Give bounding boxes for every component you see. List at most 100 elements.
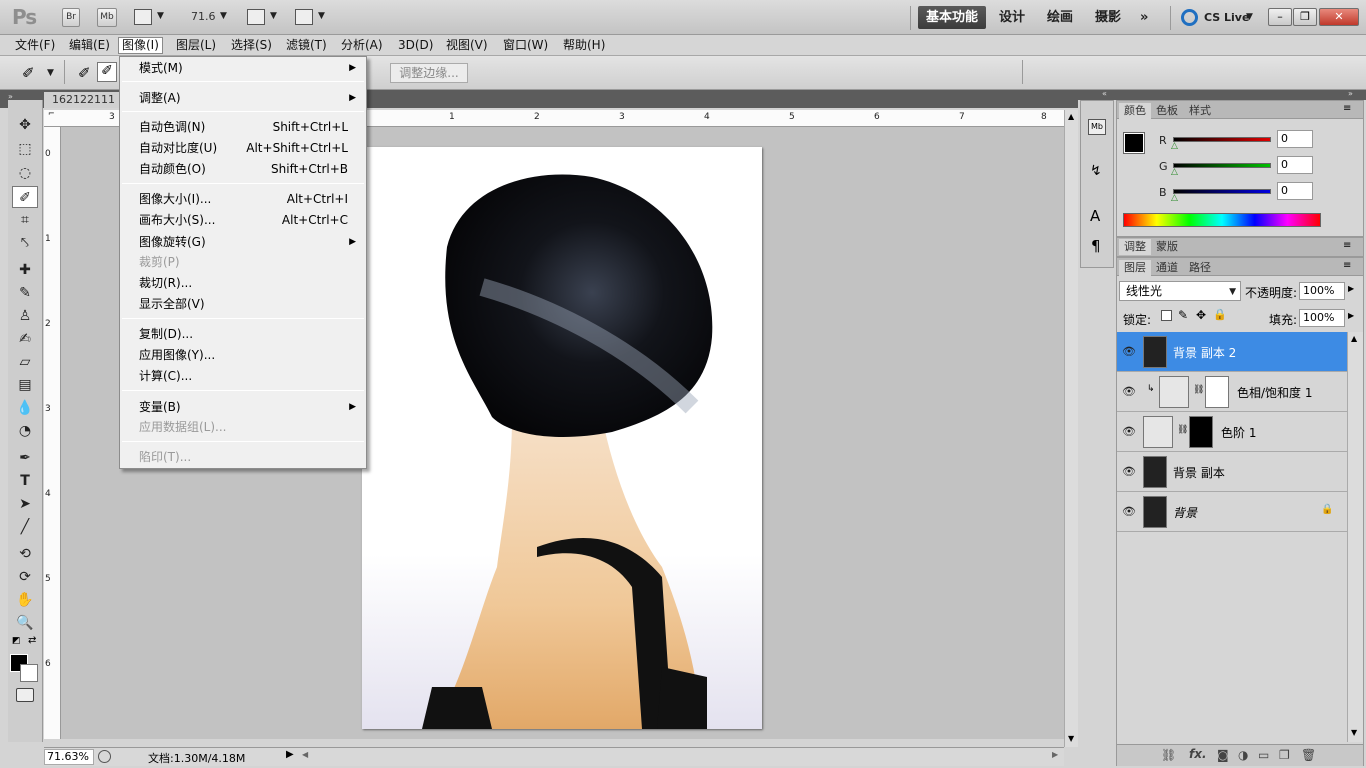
new-selection-icon[interactable]: ✐ <box>78 64 91 82</box>
chevron-down-icon[interactable]: ▼ <box>47 68 54 78</box>
scroll-left-icon[interactable]: ◀ <box>302 750 308 759</box>
crop-tool-icon[interactable]: ⌗ <box>12 209 38 231</box>
menu-item-auto-color[interactable]: 自动颜色(O) Shift+Ctrl+B <box>120 159 366 179</box>
new-group-icon[interactable]: ▭ <box>1258 748 1269 762</box>
tab-paths[interactable]: 路径 <box>1184 260 1216 276</box>
quick-mask-icon[interactable] <box>16 688 34 702</box>
eyedropper-tool-icon[interactable]: ⤣ <box>12 232 38 254</box>
mini-bridge-panel-icon[interactable]: Mb <box>1088 119 1106 135</box>
lock-all-icon[interactable]: 🔒 <box>1213 308 1227 321</box>
menu-layer[interactable]: 图层(L) <box>173 37 219 54</box>
line-tool-icon[interactable]: ╱ <box>12 516 38 538</box>
menu-item-variables[interactable]: 变量(B) ▶ <box>120 397 366 417</box>
more-workspaces-icon[interactable]: » <box>1132 6 1156 29</box>
tab-adjustments[interactable]: 调整 <box>1119 239 1151 255</box>
chevron-down-icon[interactable]: ▼ <box>1246 12 1253 22</box>
clone-stamp-tool-icon[interactable]: ♙ <box>12 305 38 327</box>
menu-3d[interactable]: 3D(D) <box>395 37 436 54</box>
character-panel-icon[interactable]: A <box>1090 207 1100 225</box>
eye-icon[interactable]: 👁 <box>1121 424 1137 440</box>
zoom-field[interactable]: 71.63% <box>44 749 94 765</box>
new-layer-icon[interactable]: ❐ <box>1279 748 1290 762</box>
panel-menu-icon[interactable]: ≡ <box>1343 260 1351 271</box>
tab-layers[interactable]: 图层 <box>1119 260 1151 276</box>
layer-name[interactable]: 色相/饱和度 1 <box>1237 384 1313 401</box>
menu-analysis[interactable]: 分析(A) <box>338 37 386 54</box>
marquee-tool-icon[interactable]: ⬚ <box>12 138 38 160</box>
cs-live-menu[interactable]: CS Live <box>1204 11 1249 24</box>
document-image[interactable] <box>362 147 762 729</box>
mini-bridge-button[interactable]: Mb <box>97 8 117 27</box>
dodge-tool-icon[interactable]: ◔ <box>12 420 38 442</box>
zoom-tool-icon[interactable]: 🔍 <box>12 612 38 634</box>
background-color[interactable] <box>20 664 38 682</box>
g-value-field[interactable]: 0 <box>1277 156 1313 174</box>
r-slider[interactable] <box>1173 137 1271 142</box>
menu-window[interactable]: 窗口(W) <box>500 37 551 54</box>
history-brush-tool-icon[interactable]: ✍ <box>12 328 38 350</box>
chevron-down-icon[interactable]: ▼ <box>220 11 227 21</box>
blur-tool-icon[interactable]: 💧 <box>12 397 38 419</box>
slider-thumb-icon[interactable]: △ <box>1171 167 1178 177</box>
collapse-icon[interactable]: « <box>1102 89 1107 98</box>
link-layers-icon[interactable]: ⛓ <box>1161 748 1176 762</box>
eye-icon[interactable]: 👁 <box>1121 504 1137 520</box>
opacity-arrow-icon[interactable]: ▶ <box>1348 284 1354 293</box>
opacity-field[interactable]: 100% <box>1299 282 1345 300</box>
document-tab[interactable]: 162122111 <box>44 92 124 108</box>
layer-row[interactable]: 👁 ⛓ 色阶 1 <box>1117 412 1347 452</box>
menu-item-image-size[interactable]: 图像大小(I)... Alt+Ctrl+I <box>120 189 366 209</box>
swap-colors-icon[interactable]: ⇄ <box>28 635 36 646</box>
layer-name[interactable]: 背景 <box>1173 504 1197 521</box>
path-selection-tool-icon[interactable]: ➤ <box>12 493 38 515</box>
menu-help[interactable]: 帮助(H) <box>560 37 608 54</box>
menu-image[interactable]: 图像(I) <box>118 37 163 54</box>
menu-edit[interactable]: 编辑(E) <box>66 37 113 54</box>
vertical-scrollbar[interactable]: ▲ ▼ <box>1064 110 1078 747</box>
status-menu-icon[interactable]: ▶ <box>286 749 294 760</box>
menu-item-auto-tone[interactable]: 自动色调(N) Shift+Ctrl+L <box>120 117 366 137</box>
tab-masks[interactable]: 蒙版 <box>1151 239 1183 255</box>
b-slider[interactable] <box>1173 189 1271 194</box>
minimize-icon[interactable]: – <box>1268 8 1292 26</box>
lock-transparent-icon[interactable] <box>1161 310 1172 321</box>
menu-item-canvas-size[interactable]: 画布大小(S)... Alt+Ctrl+C <box>120 210 366 230</box>
blend-mode-select[interactable]: 线性光 ▼ <box>1119 281 1241 301</box>
eye-icon[interactable]: 👁 <box>1121 344 1137 360</box>
hand-tool-icon[interactable]: ✋ <box>12 589 38 611</box>
gradient-tool-icon[interactable]: ▤ <box>12 374 38 396</box>
chevron-down-icon[interactable]: ▼ <box>318 11 325 21</box>
menu-item-trim[interactable]: 裁切(R)... <box>120 273 366 293</box>
bridge-button[interactable]: Br <box>62 8 80 27</box>
menu-item-mode[interactable]: 模式(M) ▶ <box>120 58 366 78</box>
default-colors-icon[interactable]: ◩ <box>12 636 21 646</box>
add-to-selection-icon[interactable]: ✐ <box>97 62 117 82</box>
lock-position-icon[interactable]: ✥ <box>1196 308 1206 322</box>
chevron-down-icon[interactable]: ▼ <box>270 11 277 21</box>
layer-row[interactable]: 👁 背景 副本 <box>1117 452 1347 492</box>
layer-style-icon[interactable]: fx. <box>1189 747 1207 761</box>
scroll-down-icon[interactable]: ▼ <box>1068 734 1074 743</box>
layer-row[interactable]: 👁 ↳ ⛓ 色相/饱和度 1 <box>1117 372 1347 412</box>
workspace-design[interactable]: 设计 <box>991 6 1033 29</box>
menu-filter[interactable]: 滤镜(T) <box>283 37 330 54</box>
menu-item-auto-contrast[interactable]: 自动对比度(U) Alt+Shift+Ctrl+L <box>120 138 366 158</box>
fill-field[interactable]: 100% <box>1299 309 1345 327</box>
eye-icon[interactable]: 👁 <box>1121 464 1137 480</box>
workspace-photography[interactable]: 摄影 <box>1087 6 1129 29</box>
paragraph-panel-icon[interactable]: ¶ <box>1091 237 1101 255</box>
scroll-up-icon[interactable]: ▲ <box>1068 112 1074 121</box>
adjustment-layer-icon[interactable]: ◑ <box>1238 748 1248 762</box>
zoom-level[interactable]: 71.6 <box>191 10 216 23</box>
eye-icon[interactable]: 👁 <box>1121 384 1137 400</box>
menu-item-calculations[interactable]: 计算(C)... <box>120 366 366 386</box>
panel-menu-icon[interactable]: ≡ <box>1343 240 1351 251</box>
scroll-down-icon[interactable]: ▼ <box>1351 728 1357 737</box>
lock-pixels-icon[interactable]: ✎ <box>1178 308 1188 322</box>
fill-arrow-icon[interactable]: ▶ <box>1348 311 1354 320</box>
arrange-documents-icon[interactable] <box>247 9 265 25</box>
view-extras-icon[interactable] <box>134 9 152 25</box>
menu-view[interactable]: 视图(V) <box>443 37 491 54</box>
add-mask-icon[interactable]: ◙ <box>1217 748 1229 762</box>
tab-channels[interactable]: 通道 <box>1151 260 1183 276</box>
